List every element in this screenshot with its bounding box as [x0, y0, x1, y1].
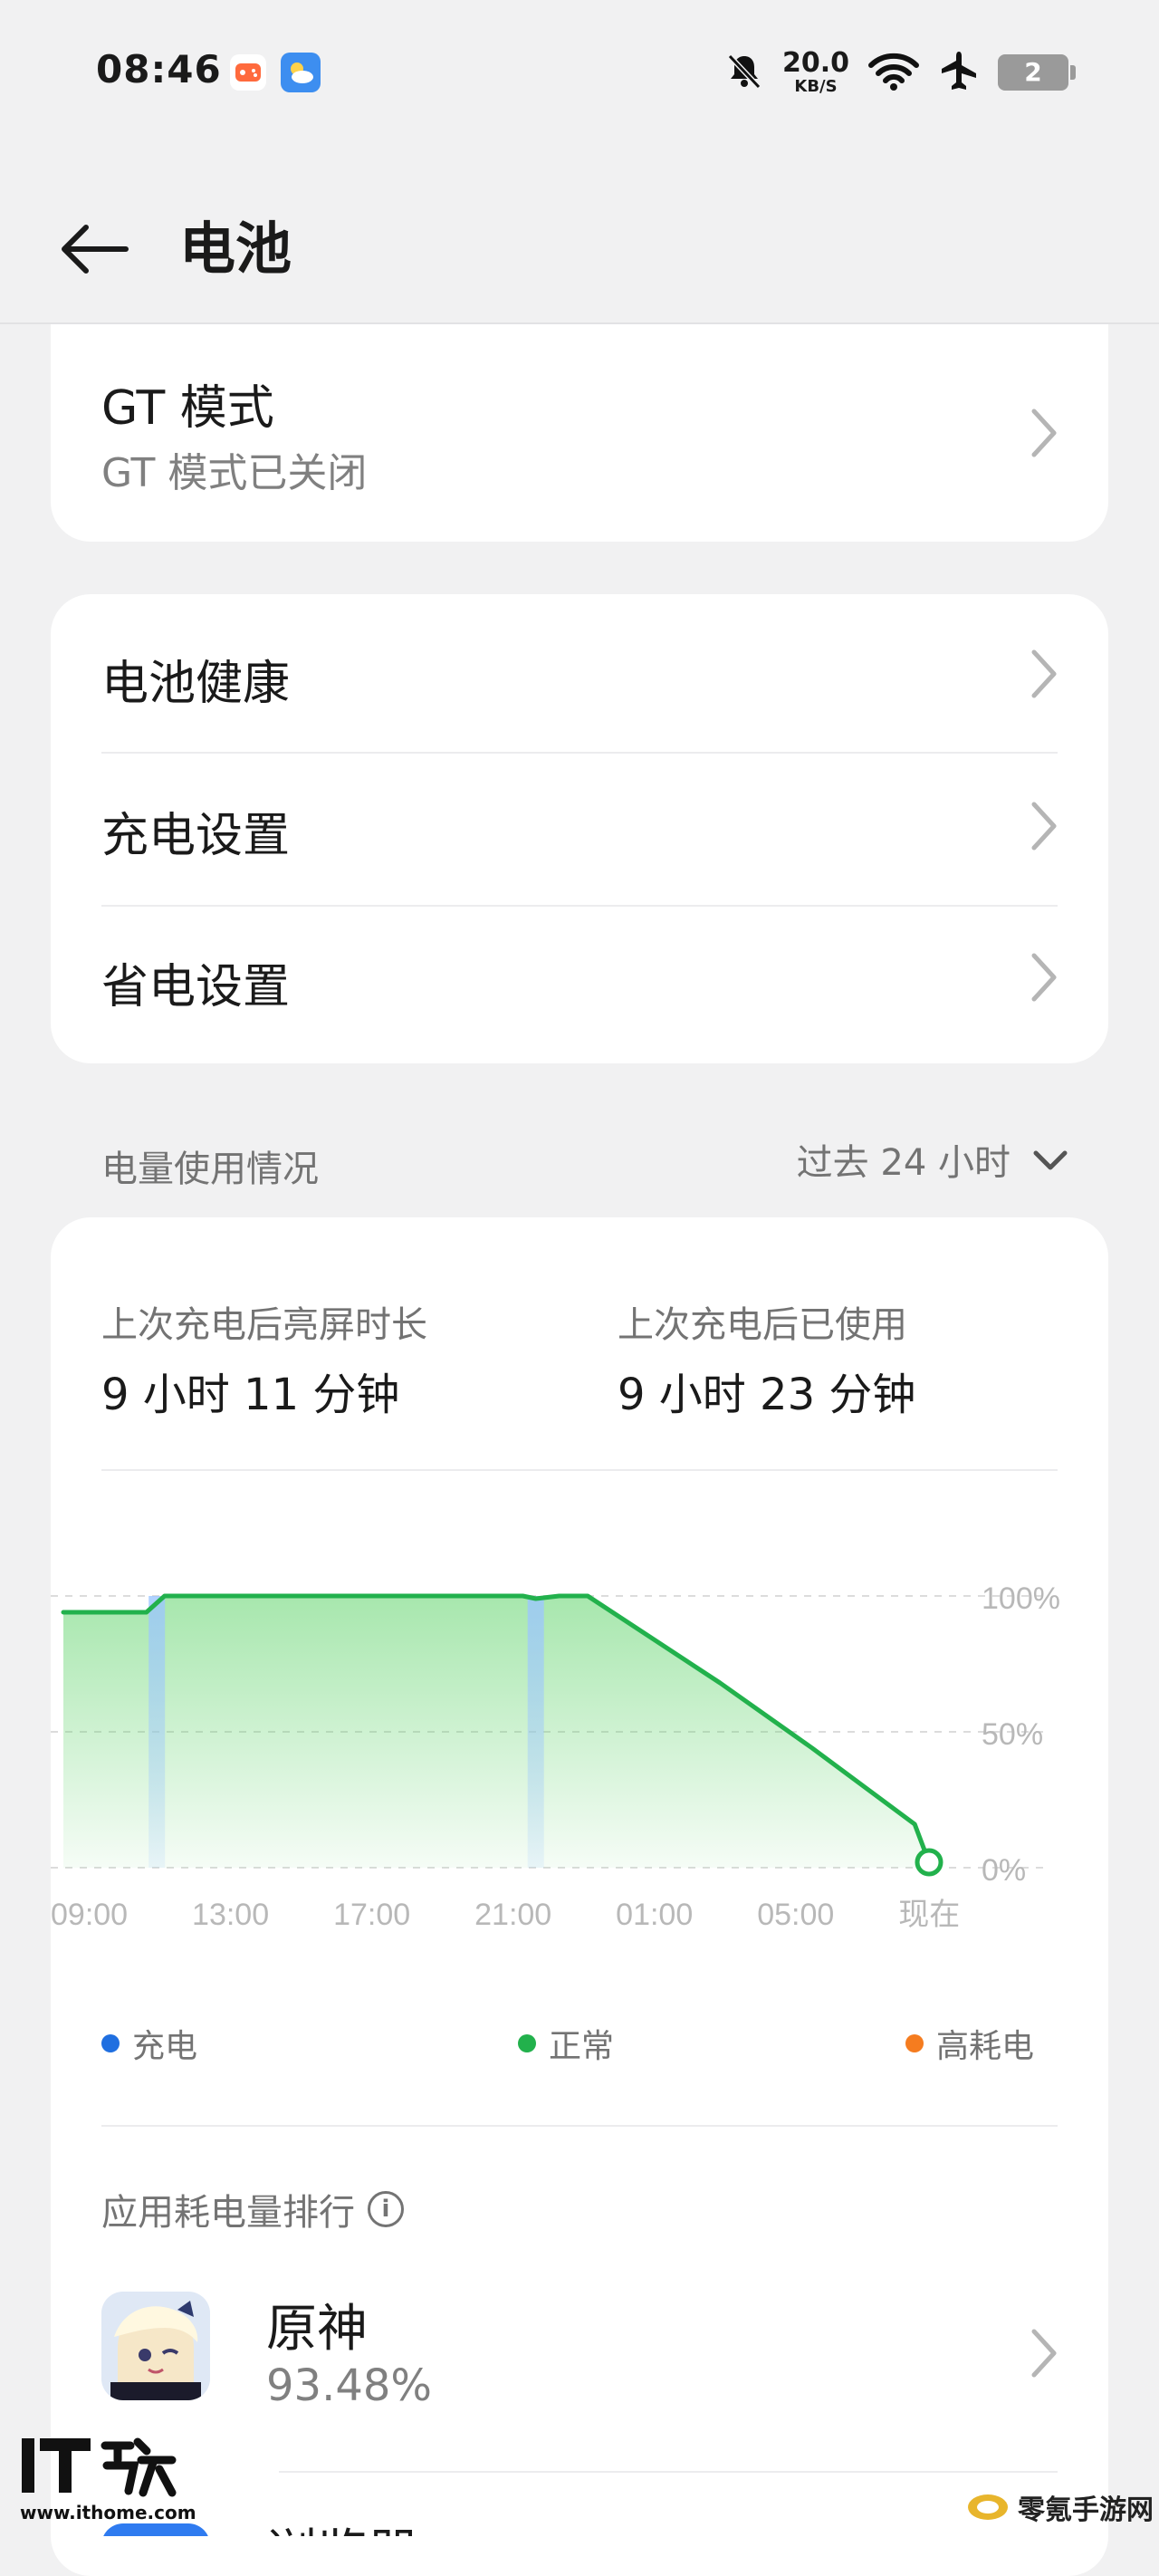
y-tick-label: 0%	[982, 1853, 1026, 1888]
legend-dot	[905, 2034, 924, 2052]
chevron-right-icon	[1030, 952, 1058, 1006]
screen-on-time-label: 上次充电后亮屏时长	[101, 1304, 427, 1346]
current-level-marker	[915, 1848, 943, 1877]
legend-item-normal: 正常	[518, 2020, 614, 2067]
chevron-down-icon	[1032, 1139, 1068, 1180]
weather-app-notification-icon	[281, 53, 321, 92]
browser-app-icon	[101, 2523, 210, 2536]
menu-item-battery-health[interactable]: 电池健康	[51, 594, 1108, 753]
app-ranking-item[interactable]: 浏览器	[51, 2473, 1108, 2536]
app-ranking-item[interactable]: 原神 93.48%	[51, 2255, 1108, 2464]
chevron-right-icon	[1030, 2328, 1058, 2382]
legend-label: 充电	[132, 2028, 198, 2065]
legend-dot	[101, 2034, 120, 2052]
chevron-right-icon	[1030, 801, 1058, 855]
app-name: 原神	[266, 2300, 368, 2359]
screen-on-time-value: 9 小时 11 分钟	[101, 1370, 400, 1420]
charging-period-mark	[527, 1596, 544, 1868]
used-time-value: 9 小时 23 分钟	[618, 1370, 916, 1420]
legend-item-high-consumption: 高耗电	[905, 2020, 1034, 2067]
battery-indicator: 2	[998, 54, 1076, 91]
genshin-app-icon	[101, 2292, 210, 2400]
network-speed: 20.0 KB/S	[781, 47, 849, 96]
gt-mode-title: GT 模式	[101, 381, 274, 436]
usage-area	[63, 1596, 929, 1868]
chevron-right-icon	[1030, 649, 1058, 703]
menu-item-label: 省电设置	[101, 960, 291, 1014]
page-title: 电池	[179, 216, 292, 282]
time-range-dropdown[interactable]: 过去 24 小时	[797, 1132, 1068, 1187]
site-watermark: 零氪手游网	[965, 2482, 1154, 2533]
airplane-mode-icon	[938, 50, 980, 95]
game-app-notification-icon	[230, 54, 266, 91]
status-icons: 20.0 KB/S 2	[724, 45, 1076, 100]
x-tick-label: 17:00	[333, 1898, 410, 1932]
title-bar: 电池	[0, 172, 1159, 326]
x-tick-label: 13:00	[192, 1898, 269, 1932]
app-ranking-title: 应用耗电量排行 i	[101, 2183, 404, 2235]
gt-mode-card[interactable]: GT 模式 GT 模式已关闭	[51, 324, 1108, 542]
status-bar: 08:46 20.0 KB/S 2	[0, 0, 1159, 145]
watermark-url: www.ithome.com	[20, 2502, 196, 2523]
mute-bell-icon	[724, 51, 764, 94]
battery-settings-card: 电池健康 充电设置 省电设置	[51, 594, 1108, 1063]
app-name: 浏览器	[266, 2513, 418, 2536]
used-time-label: 上次充电后已使用	[618, 1304, 907, 1346]
menu-item-charging-settings[interactable]: 充电设置	[51, 754, 1108, 904]
menu-item-label: 充电设置	[101, 809, 291, 863]
site-watermark-text: 零氪手游网	[1018, 2494, 1154, 2526]
x-tick-label: 21:00	[474, 1898, 551, 1932]
x-tick-label: 现在	[898, 1898, 960, 1932]
y-tick-label: 50%	[982, 1717, 1043, 1752]
x-tick-label: 01:00	[616, 1898, 693, 1932]
menu-item-label: 电池健康	[101, 657, 291, 711]
battery-usage-chart: 100% 50% 0% 09:00 13:00 17:00 21:00 01:00 05:00…	[51, 1581, 1060, 1932]
x-tick-label: 09:00	[51, 1898, 128, 1932]
app-usage-percent: 93.48%	[266, 2360, 433, 2411]
info-icon[interactable]: i	[368, 2191, 404, 2227]
charging-period-mark	[148, 1596, 166, 1868]
legend-item-charging: 充电	[101, 2020, 197, 2067]
divider	[101, 2125, 1058, 2127]
site-logo-icon	[965, 2487, 1011, 2527]
y-tick-label: 100%	[982, 1581, 1060, 1616]
time-range-label: 过去 24 小时	[796, 1142, 1011, 1184]
back-arrow-icon	[62, 225, 129, 274]
gt-mode-status: GT 模式已关闭	[101, 450, 368, 496]
status-time: 08:46	[96, 47, 222, 91]
legend-label: 正常	[549, 2028, 615, 2065]
legend-label: 高耗电	[936, 2028, 1035, 2065]
divider	[101, 1469, 1058, 1471]
x-tick-label: 05:00	[757, 1898, 834, 1932]
back-button[interactable]	[43, 199, 143, 299]
menu-item-power-saving-settings[interactable]: 省电设置	[51, 907, 1108, 1063]
wifi-icon	[867, 51, 920, 94]
usage-section-title: 电量使用情况	[101, 1149, 319, 1190]
chevron-right-icon	[1030, 408, 1058, 462]
legend-dot	[518, 2034, 536, 2052]
